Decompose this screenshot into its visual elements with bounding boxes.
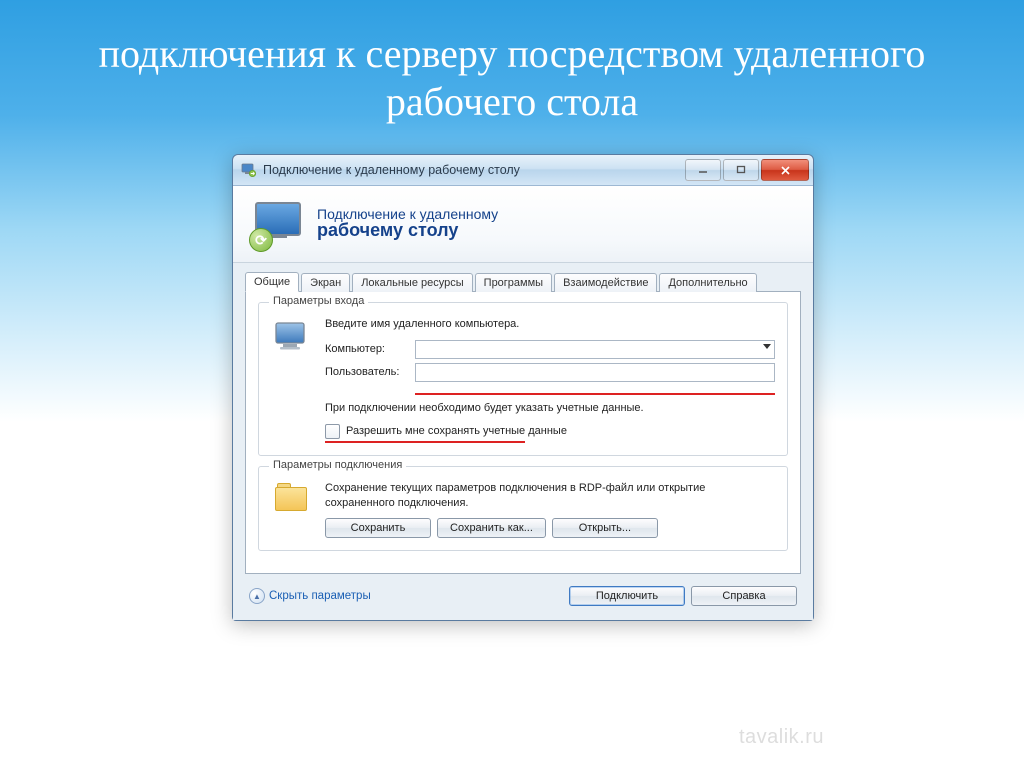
tab-advanced[interactable]: Дополнительно xyxy=(659,273,756,292)
save-credentials-label: Разрешить мне сохранять учетные данные xyxy=(346,425,567,437)
tab-strip: Общие Экран Локальные ресурсы Программы … xyxy=(233,263,813,291)
save-credentials-checkbox[interactable] xyxy=(325,424,340,439)
presentation-title: подключения к серверу посредством удален… xyxy=(62,0,962,126)
rdp-window: Подключение к удаленному рабочему столу … xyxy=(232,154,814,621)
save-as-button[interactable]: Сохранить как... xyxy=(437,518,546,538)
close-button[interactable] xyxy=(761,159,809,181)
login-instruction: Введите имя удаленного компьютера. xyxy=(325,317,775,332)
tab-experience[interactable]: Взаимодействие xyxy=(554,273,657,292)
header-computer-icon: ⟳ xyxy=(253,198,303,248)
computer-label: Компьютер: xyxy=(325,343,405,355)
minimize-button[interactable] xyxy=(685,159,721,181)
connect-button[interactable]: Подключить xyxy=(569,586,685,606)
save-button[interactable]: Сохранить xyxy=(325,518,431,538)
tab-general[interactable]: Общие xyxy=(245,272,299,292)
hide-options-link[interactable]: ▲ Скрыть параметры xyxy=(249,588,371,604)
window-controls xyxy=(685,159,809,181)
slide-background: подключения к серверу посредством удален… xyxy=(0,0,1024,767)
group-login-title: Параметры входа xyxy=(269,295,368,307)
chevron-down-icon xyxy=(763,344,771,349)
group-login-settings: Параметры входа xyxy=(258,302,788,456)
group-connection-settings: Параметры подключения Сохранение текущих… xyxy=(258,466,788,552)
credentials-note: При подключении необходимо будет указать… xyxy=(325,401,775,416)
watermark-text: tavalik.ru xyxy=(739,726,824,749)
computer-combobox[interactable] xyxy=(415,340,775,359)
window-title: Подключение к удаленному рабочему столу xyxy=(263,163,685,177)
connection-desc: Сохранение текущих параметров подключени… xyxy=(325,481,775,511)
group-connection-title: Параметры подключения xyxy=(269,459,406,471)
dialog-footer: ▲ Скрыть параметры Подключить Справка xyxy=(233,578,813,620)
app-icon xyxy=(241,162,257,178)
tab-programs[interactable]: Программы xyxy=(475,273,552,292)
collapse-arrow-icon: ▲ xyxy=(249,588,265,604)
help-button[interactable]: Справка xyxy=(691,586,797,606)
highlight-underline-2 xyxy=(325,441,525,443)
tab-local-resources[interactable]: Локальные ресурсы xyxy=(352,273,472,292)
open-button[interactable]: Открыть... xyxy=(552,518,658,538)
tab-display[interactable]: Экран xyxy=(301,273,350,292)
user-input[interactable] xyxy=(415,363,775,382)
folder-icon xyxy=(271,481,313,539)
user-label: Пользователь: xyxy=(325,366,405,378)
highlight-underline-1 xyxy=(415,393,775,395)
maximize-button[interactable] xyxy=(723,159,759,181)
window-titlebar[interactable]: Подключение к удаленному рабочему столу xyxy=(233,155,813,186)
login-monitor-icon xyxy=(271,317,313,443)
header-line2: рабочему столу xyxy=(317,220,498,241)
tab-panel-general: Параметры входа xyxy=(245,291,801,574)
dialog-header: ⟳ Подключение к удаленному рабочему стол… xyxy=(233,186,813,263)
